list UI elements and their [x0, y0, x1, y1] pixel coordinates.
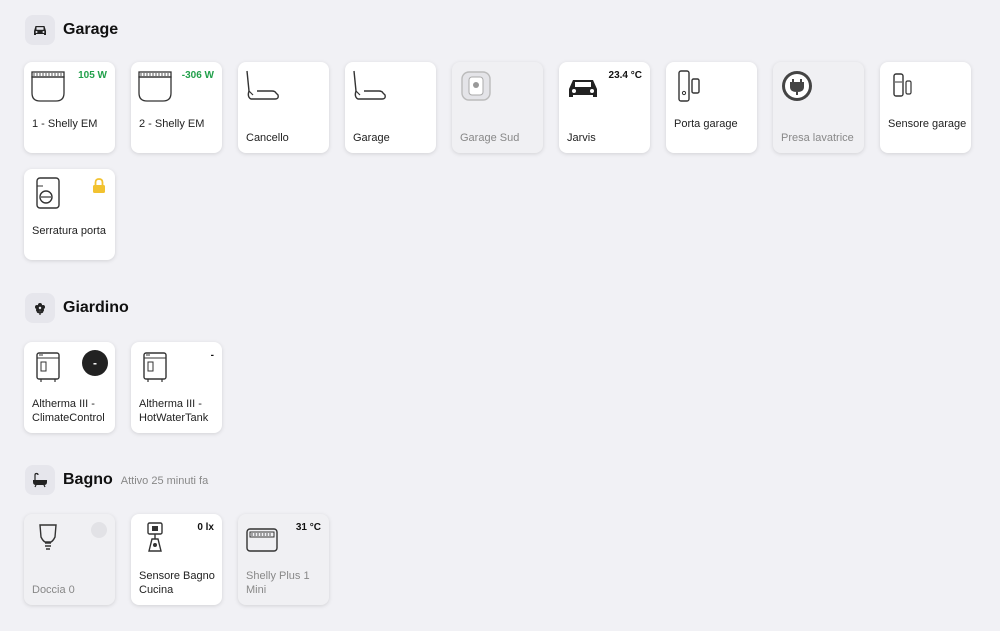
device-label: Presa lavatrice — [781, 132, 854, 144]
section-title: Bagno — [63, 471, 113, 488]
device-card-sensore-bagno[interactable]: 0 lx Sensore Bagno Cucina — [131, 514, 222, 605]
power-value: -306 W — [181, 70, 214, 81]
device-card-doccia[interactable]: Doccia 0 — [24, 514, 115, 605]
device-card-cancello[interactable]: Cancello — [238, 62, 329, 153]
power-plug-icon — [782, 71, 812, 101]
motion-sensor-icon — [147, 522, 163, 552]
bathtub-icon — [25, 465, 55, 495]
device-card-garage[interactable]: Garage — [345, 62, 436, 153]
device-label: Altherma III - ClimateControl — [32, 398, 105, 424]
device-card-shelly-plus-mini[interactable]: 31 °C Shelly Plus 1 Mini — [238, 514, 329, 605]
toggle-indicator[interactable] — [91, 522, 107, 538]
section-header-garage: Garage — [25, 14, 118, 46]
light-bulb-icon — [39, 524, 57, 550]
device-card-jarvis[interactable]: 23.4 °C Jarvis — [559, 62, 650, 153]
energy-meter-icon — [138, 71, 172, 102]
smart-lock-icon — [36, 177, 60, 209]
section-subtitle: Attivo 25 minuti fa — [120, 475, 209, 487]
device-label: Sensore garage — [888, 118, 967, 130]
device-card-presa-lavatrice[interactable]: Presa lavatrice — [773, 62, 864, 153]
device-label: Garage — [353, 132, 390, 144]
device-card-garage-sud[interactable]: Garage Sud — [452, 62, 543, 153]
device-card-altherma-hotwater[interactable]: - Altherma III - HotWaterTank — [131, 342, 222, 433]
device-label: 1 - Shelly EM — [32, 118, 98, 130]
device-card-shelly-em-1[interactable]: 105 W 1 - Shelly EM — [24, 62, 115, 153]
camera-icon — [461, 71, 491, 101]
energy-meter-icon — [31, 71, 65, 102]
water-heater-icon — [143, 352, 167, 382]
car-icon — [25, 15, 55, 45]
car-icon — [569, 80, 597, 97]
device-card-serratura-porta[interactable]: Serratura porta — [24, 169, 115, 260]
section-header-giardino: Giardino — [25, 292, 129, 324]
device-label: Altherma III - HotWaterTank — [139, 398, 209, 424]
device-label: Garage Sud — [460, 132, 520, 144]
device-label: 2 - Shelly EM — [139, 118, 205, 130]
device-label: Jarvis — [567, 132, 596, 144]
temperature-value: 23.4 °C — [608, 70, 642, 81]
device-label: Sensore Bagno Cucina — [139, 570, 215, 596]
status-badge: - — [82, 350, 108, 376]
device-label: Serratura porta — [32, 225, 106, 237]
power-value: 105 W — [78, 70, 107, 81]
router-icon — [246, 70, 279, 100]
lock-icon — [93, 178, 105, 193]
door-sensor-icon — [678, 70, 700, 102]
device-card-altherma-climate[interactable]: - Altherma III - ClimateControl — [24, 342, 115, 433]
temperature-value: 31 °C — [295, 522, 321, 533]
flower-icon — [25, 293, 55, 323]
water-heater-icon — [36, 352, 60, 382]
status-value: - — [210, 350, 214, 361]
relay-module-icon — [246, 528, 278, 552]
router-icon — [353, 70, 386, 100]
section-title: Garage — [63, 21, 119, 38]
section-title: Giardino — [63, 299, 129, 316]
device-label: Shelly Plus 1 Mini — [246, 570, 310, 596]
lux-value: 0 lx — [197, 522, 214, 533]
device-card-porta-garage[interactable]: Porta garage — [666, 62, 757, 153]
device-card-sensore-garage[interactable]: Sensore garage — [880, 62, 971, 153]
device-card-shelly-em-2[interactable]: -306 W 2 - Shelly EM — [131, 62, 222, 153]
section-header-bagno: Bagno Attivo 25 minuti fa — [25, 464, 208, 496]
device-label: Cancello — [246, 132, 289, 144]
device-label: Porta garage — [674, 118, 738, 130]
device-label: Doccia 0 — [32, 584, 75, 596]
door-sensor-icon — [893, 73, 912, 97]
